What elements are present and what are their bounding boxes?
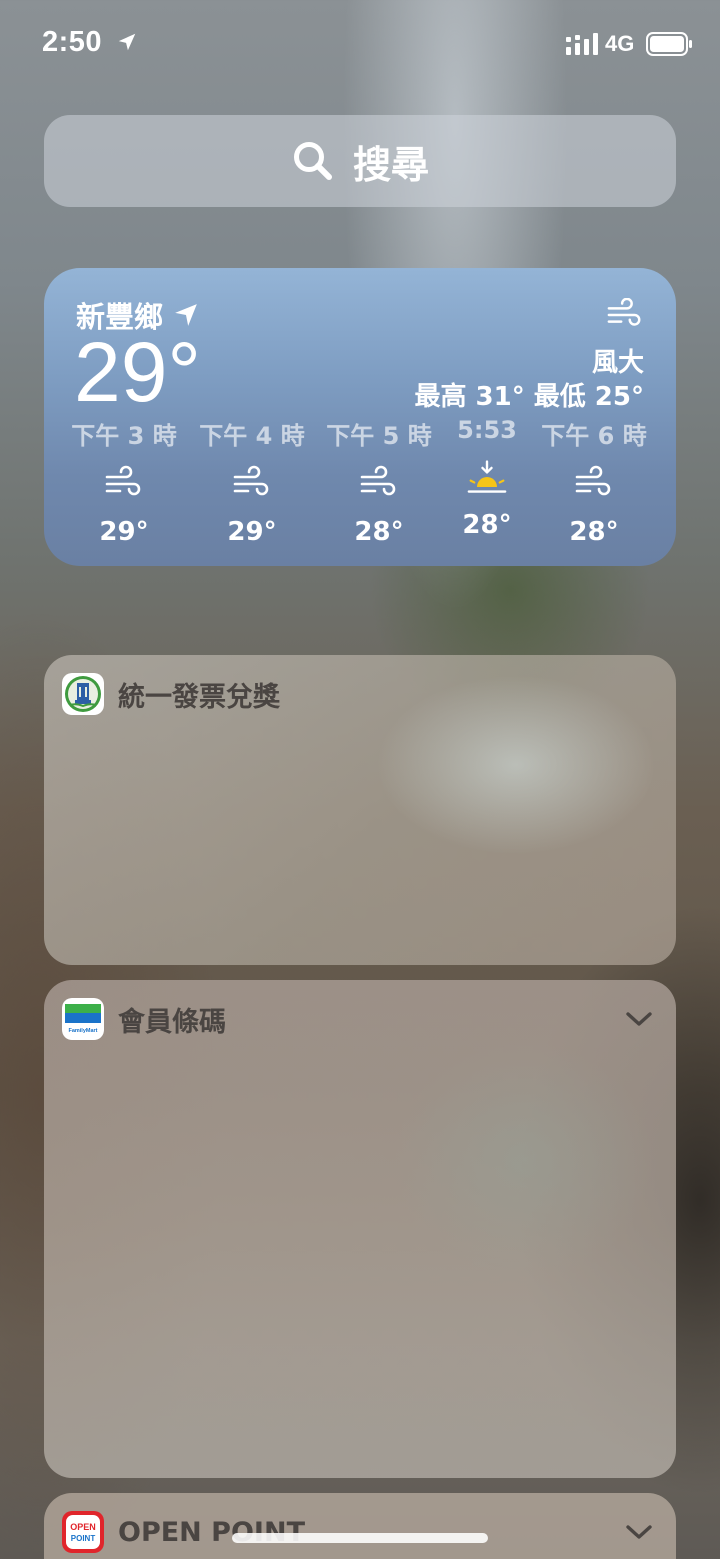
forecast-hour: 下午 4 時 29° bbox=[182, 416, 322, 547]
search-bar[interactable]: 搜尋 bbox=[44, 115, 676, 207]
familymart-app-icon: FamilyMart bbox=[62, 998, 104, 1040]
widget-header: OPEN POINT OPEN POINT bbox=[62, 1511, 305, 1553]
member-barcode-widget[interactable]: FamilyMart 會員條碼 bbox=[44, 980, 676, 1478]
status-bar: 2:50 4G bbox=[0, 0, 720, 90]
forecast-hour-label: 下午 4 時 bbox=[199, 422, 305, 450]
chevron-down-icon[interactable] bbox=[624, 1521, 654, 1543]
signal-strength-icon bbox=[566, 33, 598, 55]
weather-current-temp: 29° bbox=[74, 325, 202, 419]
wind-icon bbox=[360, 465, 396, 496]
openpoint-widget[interactable]: OPEN POINT OPEN POINT bbox=[44, 1493, 676, 1559]
battery-icon bbox=[646, 32, 692, 56]
invoice-app-icon bbox=[62, 673, 104, 715]
familymart-icon-text: FamilyMart bbox=[68, 1028, 97, 1034]
forecast-hour-temp: 29° bbox=[99, 517, 149, 547]
forecast-hour-label: 下午 3 時 bbox=[71, 422, 177, 450]
sunset-icon bbox=[467, 460, 507, 493]
weather-condition: 風大 bbox=[591, 348, 644, 378]
wind-icon bbox=[233, 465, 269, 496]
hourly-forecast: 下午 3 時 29° 下午 4 時 29° 下午 5 時 28° 5:53 28… bbox=[44, 416, 676, 547]
weather-widget[interactable]: 新豐鄉 29° 風大 最高 31° 最低 25° 下午 3 時 29° 下午 4… bbox=[44, 268, 676, 566]
forecast-hour-temp: 29° bbox=[227, 517, 277, 547]
wind-icon bbox=[105, 465, 141, 496]
widget-header: 統一發票兌獎 bbox=[62, 673, 280, 715]
wind-icon bbox=[607, 298, 641, 326]
forecast-hour: 下午 6 時 28° bbox=[524, 416, 664, 547]
openpoint-icon-line2: POINT bbox=[71, 1534, 96, 1543]
forecast-hour-temp: 28° bbox=[569, 517, 619, 547]
search-icon bbox=[293, 142, 332, 180]
openpoint-app-icon: OPEN POINT bbox=[62, 1511, 104, 1553]
forecast-hour: 下午 3 時 29° bbox=[54, 416, 194, 547]
widget-title: 統一發票兌獎 bbox=[118, 681, 280, 713]
widget-title: 會員條碼 bbox=[118, 1006, 226, 1038]
openpoint-icon-line1: OPEN bbox=[70, 1522, 96, 1532]
search-label: 搜尋 bbox=[352, 142, 429, 187]
wind-icon bbox=[575, 465, 611, 496]
location-arrow-icon bbox=[118, 33, 136, 51]
weather-high-low: 最高 31° 最低 25° bbox=[414, 382, 644, 412]
widget-header: FamilyMart 會員條碼 bbox=[62, 998, 226, 1040]
chevron-down-icon[interactable] bbox=[624, 1008, 654, 1030]
home-indicator[interactable] bbox=[232, 1533, 488, 1543]
status-time: 2:50 bbox=[42, 26, 103, 58]
forecast-hour-label: 下午 6 時 bbox=[541, 422, 647, 450]
network-type: 4G bbox=[605, 31, 635, 56]
invoice-lottery-widget[interactable]: 統一發票兌獎 bbox=[44, 655, 676, 965]
